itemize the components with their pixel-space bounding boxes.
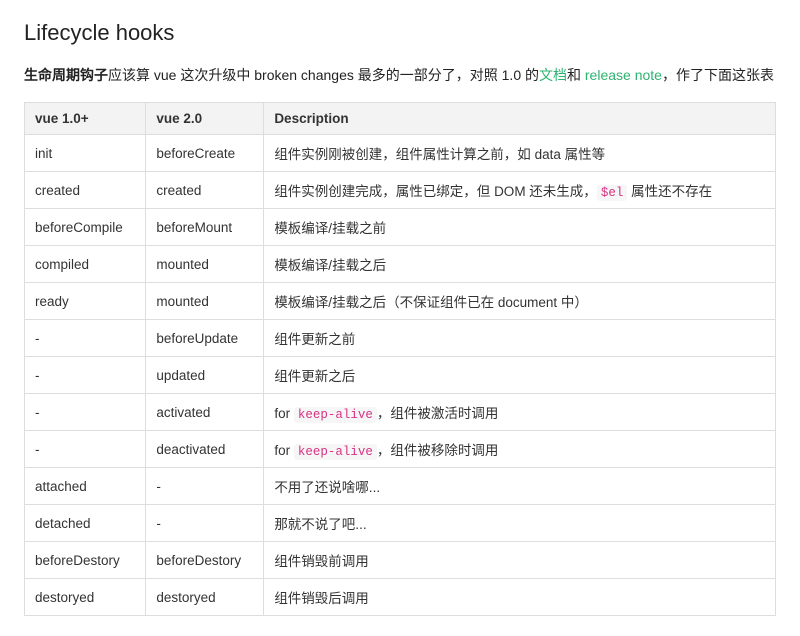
cell-v2: created: [146, 172, 264, 209]
cell-v2: beforeDestory: [146, 542, 264, 579]
cell-v1: compiled: [25, 246, 146, 283]
table-row: createdcreated组件实例创建完成，属性已绑定，但 DOM 还未生成，…: [25, 172, 776, 209]
intro-paragraph: 生命周期钩子应该算 vue 这次升级中 broken changes 最多的一部…: [24, 64, 776, 86]
cell-desc: for keep-alive，组件被移除时调用: [264, 431, 776, 468]
table-row: readymounted模板编译/挂载之后（不保证组件已在 document 中…: [25, 283, 776, 320]
table-header-row: vue 1.0+ vue 2.0 Description: [25, 103, 776, 135]
cell-v1: beforeDestory: [25, 542, 146, 579]
cell-desc: 组件更新之后: [264, 357, 776, 394]
table-row: attached-不用了还说啥哪...: [25, 468, 776, 505]
cell-v2: -: [146, 505, 264, 542]
inline-code: keep-alive: [294, 444, 377, 460]
inline-code: keep-alive: [294, 407, 377, 423]
cell-v2: destoryed: [146, 579, 264, 616]
cell-v2: -: [146, 468, 264, 505]
cell-v2: beforeUpdate: [146, 320, 264, 357]
cell-v2: updated: [146, 357, 264, 394]
cell-v2: deactivated: [146, 431, 264, 468]
table-row: initbeforeCreate组件实例刚被创建，组件属性计算之前，如 data…: [25, 135, 776, 172]
intro-text-b: 和: [567, 67, 585, 83]
col-header-desc: Description: [264, 103, 776, 135]
cell-v1: -: [25, 394, 146, 431]
table-row: -activatedfor keep-alive，组件被激活时调用: [25, 394, 776, 431]
cell-v1: destoryed: [25, 579, 146, 616]
cell-v1: detached: [25, 505, 146, 542]
cell-v1: -: [25, 320, 146, 357]
cell-desc: 组件销毁前调用: [264, 542, 776, 579]
col-header-v2: vue 2.0: [146, 103, 264, 135]
cell-desc: 那就不说了吧...: [264, 505, 776, 542]
table-row: beforeDestorybeforeDestory组件销毁前调用: [25, 542, 776, 579]
table-row: -updated组件更新之后: [25, 357, 776, 394]
cell-v1: attached: [25, 468, 146, 505]
cell-desc: 模板编译/挂载之后: [264, 246, 776, 283]
cell-desc: 模板编译/挂载之前: [264, 209, 776, 246]
cell-desc: for keep-alive，组件被激活时调用: [264, 394, 776, 431]
cell-v1: ready: [25, 283, 146, 320]
table-row: -deactivatedfor keep-alive，组件被移除时调用: [25, 431, 776, 468]
cell-desc: 组件实例创建完成，属性已绑定，但 DOM 还未生成，$el 属性还不存在: [264, 172, 776, 209]
cell-desc: 不用了还说啥哪...: [264, 468, 776, 505]
cell-v1: beforeCompile: [25, 209, 146, 246]
cell-desc: 组件销毁后调用: [264, 579, 776, 616]
table-row: compiledmounted模板编译/挂载之后: [25, 246, 776, 283]
lifecycle-hooks-table: vue 1.0+ vue 2.0 Description initbeforeC…: [24, 102, 776, 616]
release-note-link[interactable]: release note: [585, 67, 662, 83]
page-title: Lifecycle hooks: [24, 20, 776, 46]
intro-text-c: ，作了下面这张表: [662, 67, 774, 83]
cell-desc: 模板编译/挂载之后（不保证组件已在 document 中）: [264, 283, 776, 320]
table-row: beforeCompilebeforeMount模板编译/挂载之前: [25, 209, 776, 246]
inline-code: $el: [597, 185, 628, 201]
cell-v1: created: [25, 172, 146, 209]
cell-v1: init: [25, 135, 146, 172]
cell-desc: 组件更新之前: [264, 320, 776, 357]
cell-v1: -: [25, 431, 146, 468]
cell-desc: 组件实例刚被创建，组件属性计算之前，如 data 属性等: [264, 135, 776, 172]
table-row: -beforeUpdate组件更新之前: [25, 320, 776, 357]
intro-bold: 生命周期钩子: [24, 67, 108, 83]
cell-v2: mounted: [146, 283, 264, 320]
intro-text-a: 应该算 vue 这次升级中 broken changes 最多的一部分了，对照 …: [108, 67, 539, 83]
docs-link[interactable]: 文档: [539, 67, 567, 83]
cell-v2: beforeCreate: [146, 135, 264, 172]
table-row: destoryeddestoryed组件销毁后调用: [25, 579, 776, 616]
table-row: detached-那就不说了吧...: [25, 505, 776, 542]
cell-v2: mounted: [146, 246, 264, 283]
cell-v2: beforeMount: [146, 209, 264, 246]
cell-v2: activated: [146, 394, 264, 431]
col-header-v1: vue 1.0+: [25, 103, 146, 135]
cell-v1: -: [25, 357, 146, 394]
